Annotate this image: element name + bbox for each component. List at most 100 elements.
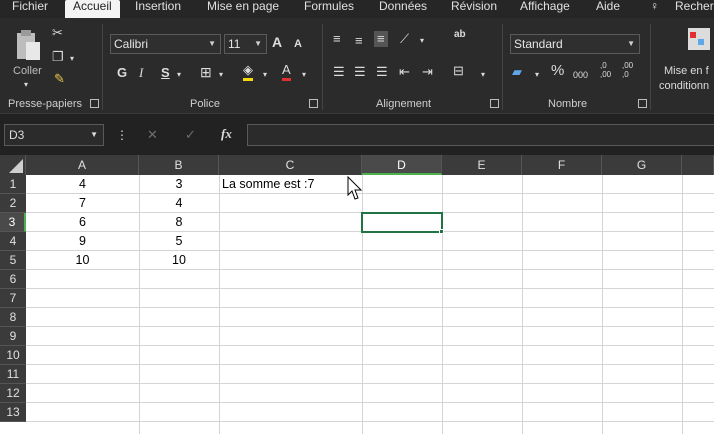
font-name-select[interactable]: Calibri ▼ <box>110 34 221 54</box>
decrease-decimal-button[interactable]: ,00 ,0 <box>622 61 640 79</box>
conditional-format-icon[interactable] <box>686 26 714 54</box>
orientation-icon[interactable]: ⟋ <box>400 32 409 46</box>
currency-chevron-icon[interactable]: ▾ <box>535 68 539 82</box>
row-header-1[interactable]: 1 <box>0 175 26 194</box>
column-header-h[interactable] <box>682 155 714 175</box>
row-header-9[interactable]: 9 <box>0 327 26 346</box>
paste-icon[interactable] <box>14 28 44 62</box>
borders-chevron-icon[interactable]: ▾ <box>219 68 223 82</box>
increase-decimal-button[interactable]: ,0 ,00 <box>600 61 618 79</box>
align-center-icon[interactable]: ☰ <box>354 65 366 79</box>
insert-function-button[interactable]: fx <box>221 127 232 141</box>
align-top-icon[interactable]: ≡ <box>333 32 341 46</box>
row-header-12[interactable]: 12 <box>0 384 26 403</box>
italic-button[interactable]: I <box>139 66 143 80</box>
borders-icon[interactable]: ⊞ <box>200 65 212 79</box>
fill-handle[interactable] <box>439 229 444 234</box>
tab-fichier[interactable]: Fichier <box>12 0 48 18</box>
formula-input[interactable] <box>247 124 714 146</box>
align-right-icon[interactable]: ☰ <box>376 65 388 79</box>
column-header-g[interactable]: G <box>602 155 682 175</box>
wrap-text-button[interactable]: ab <box>454 30 466 40</box>
paste-button[interactable]: Coller <box>13 64 42 78</box>
tab-mise-en-page[interactable]: Mise en page <box>207 0 279 18</box>
cancel-icon[interactable]: ✕ <box>147 128 158 142</box>
cut-icon[interactable]: ✂ <box>52 26 63 40</box>
cell-b1[interactable]: 3 <box>139 175 219 194</box>
merge-center-icon[interactable]: ⊟ <box>453 64 464 78</box>
row-header-10[interactable]: 10 <box>0 346 26 365</box>
tab-revision[interactable]: Révision <box>451 0 497 18</box>
column-header-a[interactable]: A <box>26 155 139 175</box>
row-header-5[interactable]: 5 <box>0 251 26 270</box>
increase-indent-icon[interactable]: ⇥ <box>422 65 433 79</box>
more-options-icon[interactable]: ⋮ <box>116 128 128 142</box>
paste-chevron-icon[interactable]: ▾ <box>24 78 28 92</box>
row-header-4[interactable]: 4 <box>0 232 26 251</box>
conditional-format-button[interactable]: Mise en f <box>664 64 709 78</box>
copy-chevron-icon[interactable]: ▾ <box>70 52 74 66</box>
cell-a4[interactable]: 9 <box>26 232 139 251</box>
merge-chevron-icon[interactable]: ▾ <box>481 68 485 82</box>
cell-a3[interactable]: 6 <box>26 213 139 232</box>
format-painter-icon[interactable]: ✎ <box>54 72 65 86</box>
name-box[interactable]: D3 ▼ <box>4 124 104 146</box>
align-bottom-icon[interactable]: ≡ <box>374 31 388 47</box>
align-middle-icon[interactable]: ≡ <box>355 34 363 48</box>
column-header-d[interactable]: D <box>362 155 442 175</box>
currency-icon[interactable]: ▰ <box>512 65 522 79</box>
row-header-7[interactable]: 7 <box>0 289 26 308</box>
bold-button[interactable]: G <box>117 66 127 80</box>
row-header-2[interactable]: 2 <box>0 194 26 213</box>
orientation-chevron-icon[interactable]: ▾ <box>420 34 424 48</box>
column-header-e[interactable]: E <box>442 155 522 175</box>
underline-chevron-icon[interactable]: ▾ <box>177 68 181 82</box>
column-header-f[interactable]: F <box>522 155 602 175</box>
cell-b5[interactable]: 10 <box>139 251 219 270</box>
number-launcher-icon[interactable] <box>638 99 647 108</box>
number-format-select[interactable]: Standard ▼ <box>510 34 640 54</box>
cell-a2[interactable]: 7 <box>26 194 139 213</box>
tab-affichage[interactable]: Affichage <box>520 0 570 18</box>
cell-a5[interactable]: 10 <box>26 251 139 270</box>
row-header-13[interactable]: 13 <box>0 403 26 422</box>
lightbulb-icon[interactable]: ♀ <box>650 0 659 18</box>
underline-button[interactable]: S <box>161 66 170 80</box>
tab-aide[interactable]: Aide <box>596 0 620 18</box>
tab-donnees[interactable]: Données <box>379 0 427 18</box>
tab-insertion[interactable]: Insertion <box>135 0 181 18</box>
column-header-c[interactable]: C <box>219 155 362 175</box>
tab-recherche[interactable]: Recherc <box>675 0 714 18</box>
enter-icon[interactable]: ✓ <box>185 128 196 142</box>
row-header-11[interactable]: 11 <box>0 365 26 384</box>
font-color-chevron-icon[interactable]: ▾ <box>302 68 306 82</box>
tab-formules[interactable]: Formules <box>304 0 354 18</box>
align-left-icon[interactable]: ☰ <box>333 65 345 79</box>
clipboard-launcher-icon[interactable] <box>90 99 99 108</box>
row-header-8[interactable]: 8 <box>0 308 26 327</box>
selected-cell-d3[interactable] <box>361 212 443 233</box>
row-header-3[interactable]: 3 <box>0 213 26 232</box>
cell-b4[interactable]: 5 <box>139 232 219 251</box>
cell-a1[interactable]: 4 <box>26 175 139 194</box>
separator <box>650 24 651 110</box>
font-launcher-icon[interactable] <box>309 99 318 108</box>
fill-color-icon[interactable]: ◈ <box>243 63 253 81</box>
cell-c1[interactable]: La somme est :7 <box>219 175 362 194</box>
percent-button[interactable]: % <box>551 63 564 78</box>
font-color-button[interactable]: A <box>282 63 291 81</box>
alignment-launcher-icon[interactable] <box>490 99 499 108</box>
fill-chevron-icon[interactable]: ▾ <box>263 68 267 82</box>
copy-icon[interactable]: ❐ <box>52 50 64 64</box>
select-all-corner[interactable] <box>0 155 26 175</box>
row-header-6[interactable]: 6 <box>0 270 26 289</box>
cell-b2[interactable]: 4 <box>139 194 219 213</box>
decrease-indent-icon[interactable]: ⇤ <box>399 65 410 79</box>
shrink-font-button[interactable]: A <box>294 37 302 51</box>
font-size-select[interactable]: 11 ▼ <box>224 34 267 54</box>
tab-accueil[interactable]: Accueil <box>65 0 120 20</box>
column-header-b[interactable]: B <box>139 155 219 175</box>
cell-b3[interactable]: 8 <box>139 213 219 232</box>
thousands-button[interactable]: 000 <box>573 68 588 82</box>
grow-font-button[interactable]: A <box>272 35 282 49</box>
